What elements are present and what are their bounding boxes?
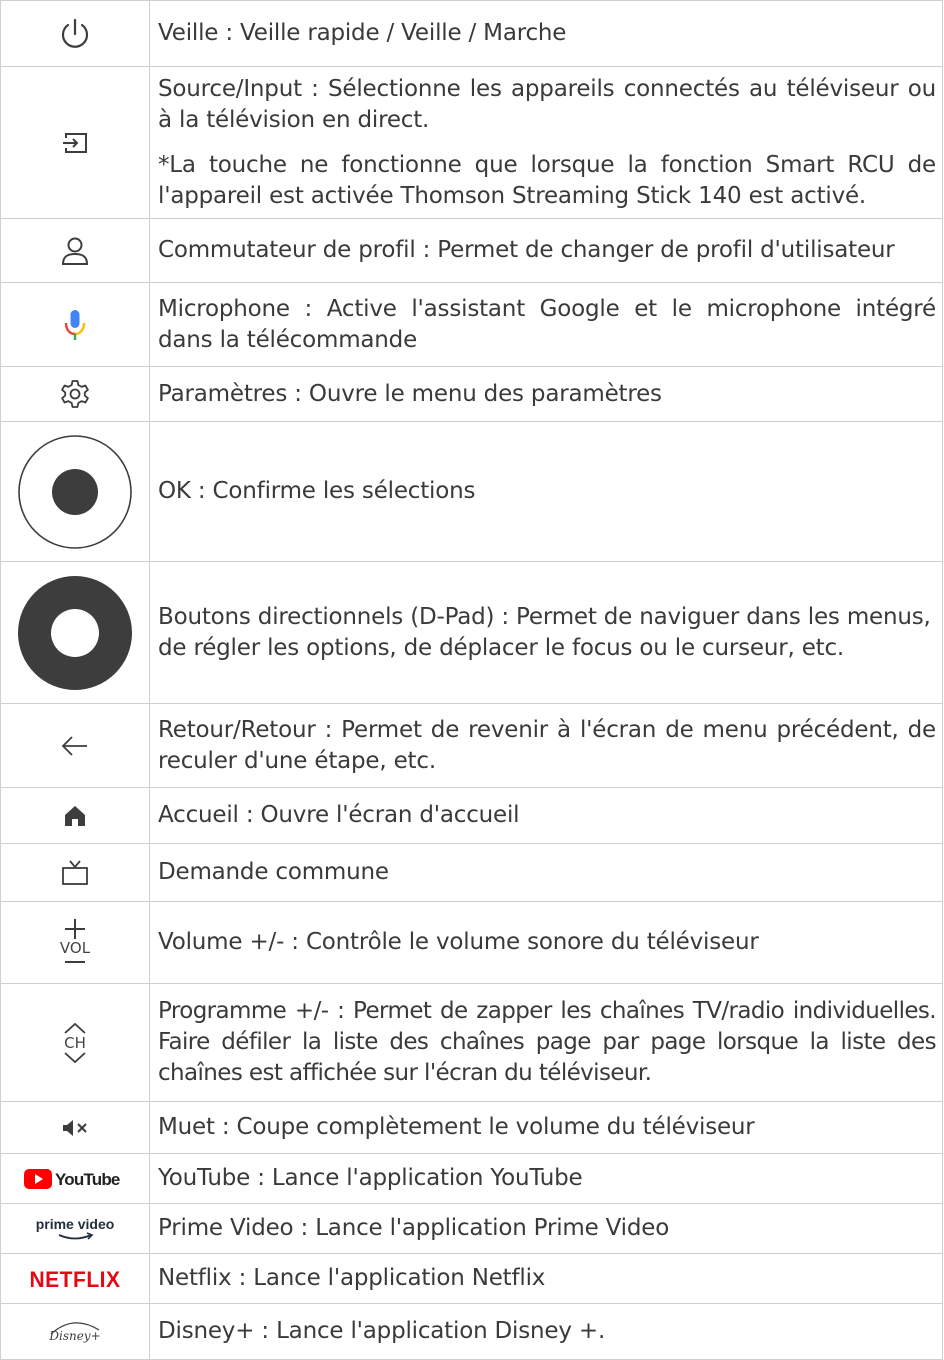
channel-label: CH — [64, 1033, 86, 1052]
description-text: Paramètres : Ouvre le menu des paramètre… — [158, 380, 662, 407]
icon-cell: YouTube — [0, 1153, 150, 1204]
row-description: Prime Video : Lance l'application Prime … — [149, 1203, 943, 1254]
icon-cell: NETFLIX — [0, 1253, 150, 1304]
minus-icon — [64, 960, 85, 963]
row-description: Volume +/- : Contrôle le volume sonore d… — [149, 901, 943, 984]
icon-cell — [0, 421, 150, 562]
home-icon — [63, 804, 87, 828]
row-description: Retour/Retour : Permet de revenir à l'éc… — [149, 703, 943, 788]
row-description: Netflix : Lance l'application Netflix — [149, 1253, 943, 1304]
row-description: Source/Input : Sélectionne les appareils… — [149, 66, 943, 219]
row-description: Demande commune — [149, 843, 943, 902]
description-text: Boutons directionnels (D-Pad) : Permet d… — [158, 603, 931, 661]
row-description: Muet : Coupe complètement le volume du t… — [149, 1101, 943, 1154]
icon-cell — [0, 787, 150, 844]
description-text: Demande commune — [158, 859, 389, 885]
icon-cell: VOL — [0, 901, 150, 984]
table-row: VOL Volume +/- : Contrôle le volume sono… — [0, 901, 943, 984]
youtube-logo: YouTube — [23, 1168, 127, 1190]
settings-gear-icon — [59, 378, 91, 410]
description-text: OK : Confirme les sélections — [158, 478, 476, 504]
remote-buttons-table: Veille : Veille rapide / Veille / Marche… — [0, 0, 943, 1360]
icon-cell — [0, 843, 150, 902]
row-description: Veille : Veille rapide / Veille / Marche — [149, 0, 943, 67]
microphone-icon — [63, 308, 87, 342]
disney-wordmark: Disney+ — [48, 1329, 100, 1343]
prime-video-logo: prime video — [25, 1215, 125, 1243]
icon-cell — [0, 561, 150, 704]
table-row: OK : Confirme les sélections — [0, 421, 943, 562]
row-description: Accueil : Ouvre l'écran d'accueil — [149, 787, 943, 844]
row-description: Boutons directionnels (D-Pad) : Permet d… — [149, 561, 943, 704]
row-description: OK : Confirme les sélections — [149, 421, 943, 562]
table-row: CH Programme +/- : Permet de zapper les … — [0, 983, 943, 1102]
table-row: Veille : Veille rapide / Veille / Marche — [0, 0, 943, 67]
table-row: Accueil : Ouvre l'écran d'accueil — [0, 787, 943, 844]
row-description: Paramètres : Ouvre le menu des paramètre… — [149, 366, 943, 422]
icon-cell — [0, 703, 150, 788]
table-row: YouTube YouTube : Lance l'application Yo… — [0, 1153, 943, 1204]
description-text: Commutateur de profil : Permet de change… — [158, 237, 895, 263]
row-description: Programme +/- : Permet de zapper les cha… — [149, 983, 943, 1102]
netflix-wordmark: NETFLIX — [30, 1267, 121, 1291]
youtube-wordmark: YouTube — [55, 1170, 120, 1189]
dpad-icon — [17, 575, 133, 691]
disney-plus-logo: Disney+ — [35, 1318, 115, 1346]
description-text: Microphone : Active l'assistant Google e… — [158, 295, 936, 353]
description-text: Volume +/- : Contrôle le volume sonore d… — [158, 929, 759, 955]
description-text: Programme +/- : Permet de zapper les cha… — [158, 998, 937, 1086]
ok-button-icon — [17, 434, 133, 550]
table-row: Disney+ Disney+ : Lance l'application Di… — [0, 1303, 943, 1360]
table-row: Demande commune — [0, 843, 943, 902]
icon-cell — [0, 1101, 150, 1154]
row-description: Disney+ : Lance l'application Disney +. — [149, 1303, 943, 1360]
icon-cell — [0, 66, 150, 219]
chevron-down-icon — [64, 1051, 86, 1063]
row-description: YouTube : Lance l'application YouTube — [149, 1153, 943, 1204]
icon-cell — [0, 366, 150, 422]
table-row: prime video Prime Video : Lance l'applic… — [0, 1203, 943, 1254]
profile-icon — [59, 235, 91, 267]
description-text: Retour/Retour : Permet de revenir à l'éc… — [158, 716, 936, 774]
description-text: Prime Video : Lance l'application Prime … — [158, 1215, 670, 1241]
table-row: Muet : Coupe complètement le volume du t… — [0, 1101, 943, 1154]
table-row: Source/Input : Sélectionne les appareils… — [0, 66, 943, 219]
icon-cell — [0, 0, 150, 67]
description-text: Source/Input : Sélectionne les appareils… — [158, 75, 936, 133]
description-text: Accueil : Ouvre l'écran d'accueil — [158, 802, 520, 828]
mute-icon — [61, 1119, 89, 1137]
description-text: YouTube : Lance l'application YouTube — [158, 1165, 583, 1191]
description-text: Disney+ : Lance l'application Disney +. — [158, 1318, 606, 1344]
description-text: Veille : Veille rapide / Veille / Marche — [158, 20, 567, 46]
description-text: Muet : Coupe complètement le volume du t… — [158, 1114, 755, 1140]
icon-cell: Disney+ — [0, 1303, 150, 1360]
channel-icon: CH — [62, 1021, 88, 1065]
netflix-logo: NETFLIX — [25, 1267, 125, 1291]
row-description: Microphone : Active l'assistant Google e… — [149, 282, 943, 367]
back-arrow-icon — [60, 734, 90, 758]
description-text: Netflix : Lance l'application Netflix — [158, 1265, 546, 1291]
icon-cell — [0, 282, 150, 367]
volume-icon: VOL — [60, 918, 90, 968]
row-description: Commutateur de profil : Permet de change… — [149, 218, 943, 283]
table-row: Retour/Retour : Permet de revenir à l'éc… — [0, 703, 943, 788]
source-input-icon — [60, 130, 90, 156]
live-tv-icon — [60, 859, 90, 887]
icon-cell: CH — [0, 983, 150, 1102]
table-row: Microphone : Active l'assistant Google e… — [0, 282, 943, 367]
volume-label: VOL — [59, 938, 91, 957]
plus-icon — [64, 918, 85, 939]
table-row: Commutateur de profil : Permet de change… — [0, 218, 943, 283]
icon-cell: prime video — [0, 1203, 150, 1254]
prime-video-wordmark: prime video — [36, 1216, 115, 1232]
table-row: Boutons directionnels (D-Pad) : Permet d… — [0, 561, 943, 704]
description-note: *La touche ne fonctionne que lorsque la … — [158, 151, 936, 209]
icon-cell — [0, 218, 150, 283]
chevron-up-icon — [64, 1022, 86, 1034]
power-icon — [58, 17, 92, 51]
table-row: Paramètres : Ouvre le menu des paramètre… — [0, 366, 943, 422]
table-row: NETFLIX Netflix : Lance l'application Ne… — [0, 1253, 943, 1304]
